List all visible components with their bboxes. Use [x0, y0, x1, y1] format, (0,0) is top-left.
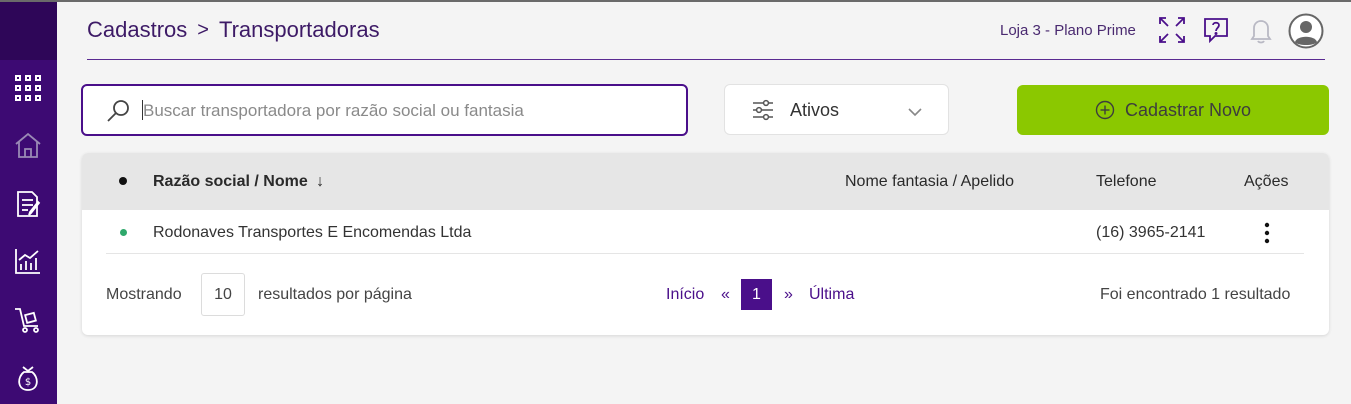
- filter-selected-value: Ativos: [790, 100, 840, 120]
- breadcrumb: Cadastros > Transportadoras: [87, 17, 380, 43]
- chart-icon[interactable]: [12, 245, 44, 277]
- carriers-table: Razão social / Nome ↓ Nome fantasia / Ap…: [82, 153, 1329, 335]
- row-phone: (16) 3965-2141: [1096, 224, 1206, 241]
- pagination-last[interactable]: Última: [809, 286, 854, 304]
- sort-arrow-icon: ↓: [316, 173, 325, 190]
- showing-label: Mostrando: [106, 286, 182, 303]
- results-count: Foi encontrado 1 resultado: [1100, 286, 1291, 303]
- pagination-next[interactable]: »: [784, 286, 793, 304]
- search-icon: [107, 100, 129, 122]
- pagination-first[interactable]: Início: [666, 286, 704, 304]
- column-header-actions: Ações: [1244, 173, 1289, 190]
- search-input[interactable]: [143, 99, 663, 123]
- breadcrumb-item-transportadoras: Transportadoras: [218, 17, 380, 42]
- per-page-label: resultados por página: [258, 286, 412, 303]
- text-caret: [142, 100, 143, 120]
- row-name: Rodonaves Transportes E Encomendas Ltda: [153, 224, 472, 241]
- bell-icon[interactable]: [1245, 14, 1277, 46]
- more-actions-icon[interactable]: [1256, 221, 1278, 245]
- active-status-dot: [120, 229, 127, 236]
- add-carrier-button[interactable]: Cadastrar Novo: [1017, 85, 1329, 135]
- help-icon[interactable]: [1200, 14, 1232, 46]
- column-header-phone[interactable]: Telefone: [1096, 173, 1157, 191]
- pagination-prev[interactable]: «: [721, 286, 730, 304]
- table-header: Razão social / Nome ↓ Nome fantasia / Ap…: [82, 153, 1329, 210]
- cart-icon[interactable]: [12, 304, 44, 336]
- column-header-fantasy[interactable]: Nome fantasia / Apelido: [845, 173, 1014, 191]
- page-size-input[interactable]: 10: [201, 273, 245, 316]
- document-edit-icon[interactable]: [12, 188, 44, 220]
- fullscreen-icon[interactable]: [1156, 14, 1188, 46]
- top-border: [0, 0, 1351, 2]
- money-bag-icon[interactable]: $: [12, 362, 44, 394]
- home-icon[interactable]: [12, 129, 44, 161]
- breadcrumb-separator: >: [197, 18, 209, 41]
- pagination-current-page[interactable]: 1: [741, 279, 772, 310]
- avatar[interactable]: [1288, 13, 1324, 49]
- status-filter-select[interactable]: Ativos: [724, 84, 949, 135]
- status-column-header-dot: [119, 177, 127, 185]
- sidebar: $: [0, 2, 57, 404]
- search-box: [81, 84, 688, 136]
- apps-grid-icon[interactable]: [12, 72, 44, 104]
- svg-text:$: $: [25, 377, 31, 388]
- store-label: Loja 3 - Plano Prime: [1000, 22, 1136, 39]
- table-row[interactable]: Rodonaves Transportes E Encomendas Ltda …: [82, 210, 1329, 254]
- sidebar-top: [0, 2, 57, 60]
- add-carrier-label: Cadastrar Novo: [1124, 99, 1252, 120]
- row-divider: [106, 253, 1304, 254]
- breadcrumb-item-cadastros[interactable]: Cadastros: [87, 17, 187, 43]
- column-header-name[interactable]: Razão social / Nome ↓: [153, 173, 324, 191]
- chevron-down-icon: [908, 108, 922, 117]
- sliders-icon: [753, 99, 773, 121]
- plus-circle-icon: [1095, 100, 1115, 120]
- header-divider: [87, 59, 1325, 60]
